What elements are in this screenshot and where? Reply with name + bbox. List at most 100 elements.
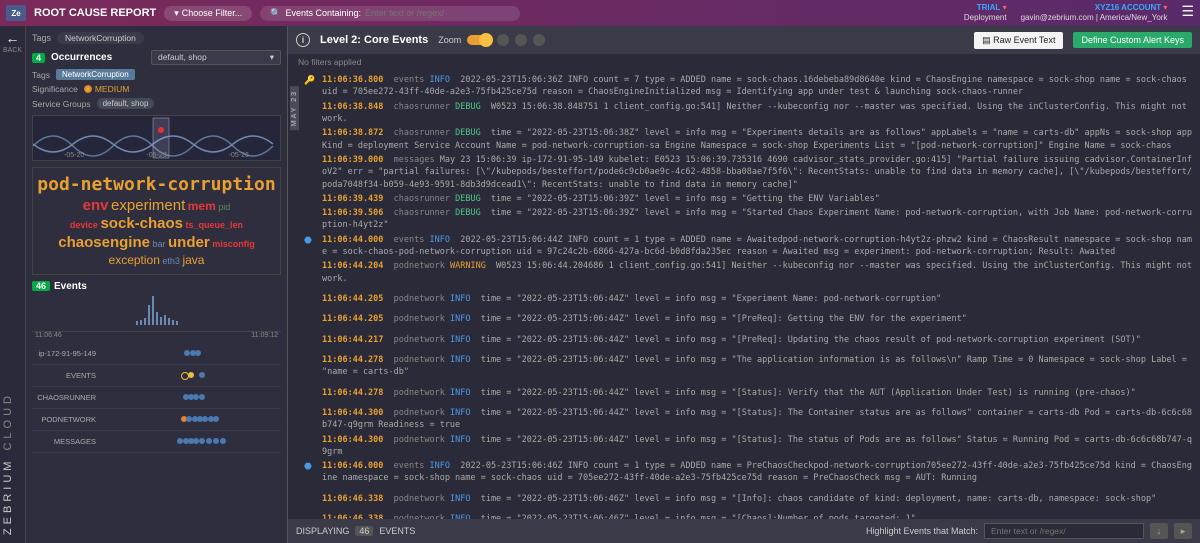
significance-value: MEDIUM — [84, 84, 129, 94]
logo: Ze — [6, 5, 26, 21]
occurrence-count: 4 — [32, 53, 45, 63]
medium-dot-icon — [84, 85, 92, 93]
occurrence-sparkline[interactable]: -05-20 -05-23 -05-26 — [32, 115, 281, 161]
wc-term[interactable]: experiment — [111, 197, 185, 214]
log-line[interactable]: 11:06:44.204 podnetwork WARNING W0523 15… — [308, 260, 1194, 285]
displaying-count: 46 — [355, 526, 373, 536]
wc-term[interactable]: eth3 — [162, 256, 180, 266]
page-title: ROOT CAUSE REPORT — [34, 7, 156, 19]
wave-tick: -05-20 — [64, 152, 84, 159]
top-bar: Ze ROOT CAUSE REPORT ▾ Choose Filter... … — [0, 0, 1200, 26]
wc-term[interactable]: misconfig — [212, 239, 255, 249]
occurrence-label: Occurrences — [51, 52, 112, 63]
log-footer: DISPLAYING 46 EVENTS Highlight Events th… — [288, 519, 1200, 543]
events-word: EVENTS — [379, 526, 415, 536]
menu-icon[interactable]: ☰ — [1181, 3, 1194, 20]
highlight-label: Highlight Events that Match: — [866, 526, 978, 536]
wc-term[interactable]: env — [83, 197, 109, 214]
account-area: TRIAL ▾ Deployment XYZ16 ACCOUNT ▾ gavin… — [964, 3, 1194, 22]
tags-label: Tags — [32, 33, 51, 43]
tags2-label: Tags — [32, 70, 50, 80]
highlight-input[interactable] — [984, 523, 1144, 539]
log-line[interactable]: ⬣11:06:46.000 events INFO 2022-05-23T15:… — [308, 460, 1194, 485]
lane-label: CHAOSRUNNER — [32, 393, 102, 402]
trial-label[interactable]: TRIAL — [977, 3, 1001, 12]
back-label: BACK — [3, 47, 22, 54]
highlight-next-button[interactable]: ▸ — [1174, 523, 1192, 539]
zoom-level-2[interactable] — [497, 34, 509, 46]
log-line[interactable]: ⬣11:06:44.000 events INFO 2022-05-23T15:… — [308, 234, 1194, 259]
log-header: i Level 2: Core Events Zoom ▤ Raw Event … — [288, 26, 1200, 54]
events-label: Events — [54, 281, 87, 292]
account-label[interactable]: XYZ16 ACCOUNT — [1095, 3, 1161, 12]
wave-tick: -05-23 — [146, 152, 166, 159]
log-line[interactable]: 11:06:44.205 podnetwork INFO time = "202… — [308, 313, 1194, 325]
events-count: 46 — [32, 281, 50, 291]
wc-term[interactable]: pod-network-corruption — [35, 174, 278, 197]
log-line[interactable]: 11:06:44.300 podnetwork INFO time = "202… — [308, 434, 1194, 459]
scope-dropdown[interactable]: default, shop ▾ — [151, 50, 281, 65]
wc-term[interactable]: mem — [188, 199, 216, 213]
wc-term[interactable]: pid — [218, 202, 230, 212]
filter-icon: ▾ — [174, 8, 179, 19]
service-groups-value[interactable]: default, shop — [97, 98, 155, 109]
log-line[interactable]: 11:06:38.848 chaosrunner DEBUG W0523 15:… — [308, 101, 1194, 126]
events-histogram[interactable] — [32, 294, 281, 332]
swimlanes[interactable]: ip-172-91-95-149 EVENTS CHAOSRUNNER PODN… — [32, 343, 281, 453]
log-line[interactable]: 11:06:39.439 chaosrunner DEBUG time = "2… — [308, 193, 1194, 205]
zoom-level-3[interactable] — [515, 34, 527, 46]
deployment-label: Deployment — [964, 13, 1007, 23]
tags-value[interactable]: NetworkCorruption — [57, 32, 144, 44]
define-alert-keys-button[interactable]: Define Custom Alert Keys — [1073, 32, 1192, 48]
log-line[interactable]: 11:06:44.217 podnetwork INFO time = "202… — [308, 334, 1194, 346]
brand-vertical: ZEBRIUM CLOUD — [2, 392, 14, 535]
account-sub: gavin@zebrium.com | America/New_York — [1021, 13, 1168, 23]
lane-label: ip-172-91-95-149 — [32, 349, 102, 358]
wc-term[interactable]: bar — [152, 239, 165, 249]
zoom-level-4[interactable] — [533, 34, 545, 46]
log-line[interactable]: 🔑11:06:36.800 events INFO 2022-05-23T15:… — [308, 74, 1194, 99]
key-icon: 🔑 — [304, 75, 315, 88]
zoom-level-1[interactable] — [467, 35, 491, 45]
wc-term[interactable]: device — [70, 220, 98, 230]
raw-event-text-button[interactable]: ▤ Raw Event Text — [974, 32, 1063, 49]
log-line[interactable]: 11:06:39.000 messages May 23 15:06:39 ip… — [308, 154, 1194, 191]
date-gutter: MAY 23 — [290, 86, 299, 130]
word-cloud[interactable]: pod-network-corruption env experiment me… — [32, 167, 281, 275]
tag-pill-network[interactable]: NetworkCorruption — [56, 69, 135, 80]
log-list[interactable]: 🔑11:06:36.800 events INFO 2022-05-23T15:… — [288, 70, 1200, 519]
choose-filter-button[interactable]: ▾ Choose Filter... — [164, 6, 252, 21]
log-line[interactable]: 11:06:46.338 podnetwork INFO time = "202… — [308, 493, 1194, 505]
info-icon[interactable]: i — [296, 33, 310, 47]
chevron-down-icon[interactable]: ▾ — [1003, 3, 1007, 12]
lane-label: EVENTS — [32, 371, 102, 380]
wc-term[interactable]: chaosengine — [58, 234, 150, 251]
cube-icon: ⬣ — [304, 235, 312, 248]
log-line[interactable]: 11:06:46.338 podnetwork INFO time = "202… — [308, 513, 1194, 519]
level-title: Level 2: Core Events — [320, 34, 428, 46]
highlight-prev-button[interactable]: ↓ — [1150, 523, 1168, 539]
log-line[interactable]: 11:06:44.205 podnetwork INFO time = "202… — [308, 293, 1194, 305]
wc-term[interactable]: ts_queue_len — [186, 220, 244, 230]
search-input[interactable] — [365, 8, 505, 18]
wc-term[interactable]: exception — [109, 253, 160, 267]
wc-term[interactable]: java — [182, 253, 204, 267]
wc-term[interactable]: sock-chaos — [100, 215, 183, 232]
filter-status: No filters applied — [288, 54, 1200, 70]
log-line[interactable]: 11:06:44.278 podnetwork INFO time = "202… — [308, 387, 1194, 399]
search-prefix: Events Containing: — [286, 8, 362, 18]
sidebar: Tags NetworkCorruption 4 Occurrences def… — [26, 26, 288, 543]
log-line[interactable]: 11:06:44.300 podnetwork INFO time = "202… — [308, 407, 1194, 432]
log-line[interactable]: 11:06:39.506 chaosrunner DEBUG time = "2… — [308, 207, 1194, 232]
log-line[interactable]: 11:06:38.872 chaosrunner DEBUG time = "2… — [308, 127, 1194, 152]
displaying-label: DISPLAYING — [296, 526, 349, 536]
search-icon: 🔍 — [270, 8, 281, 19]
chevron-down-icon[interactable]: ▾ — [1163, 3, 1167, 12]
wc-term[interactable]: under — [168, 234, 210, 251]
log-line[interactable]: 11:06:44.278 podnetwork INFO time = "202… — [308, 354, 1194, 379]
scope-value: default, shop — [158, 52, 207, 63]
zoom-control[interactable]: Zoom — [438, 34, 545, 46]
hist-tick: 11:06:46 — [35, 332, 62, 339]
lane-label: MESSAGES — [32, 437, 102, 446]
events-search[interactable]: 🔍 Events Containing: — [260, 6, 520, 21]
